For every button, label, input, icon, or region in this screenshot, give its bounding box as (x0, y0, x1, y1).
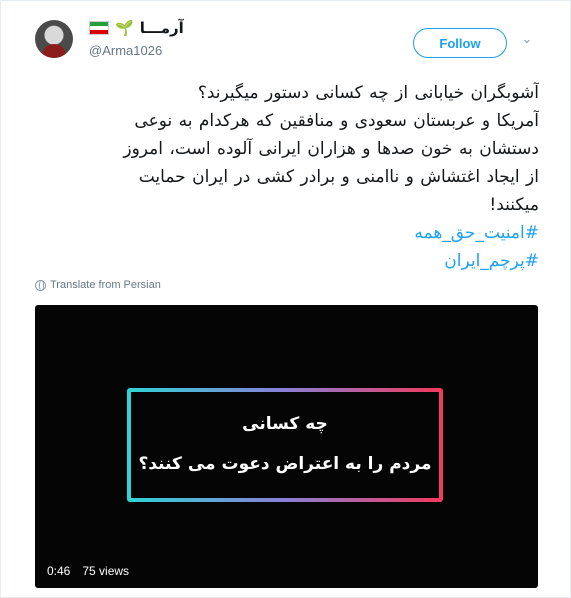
user-name-row[interactable]: 🌱 آرمـــا (89, 17, 184, 39)
tweet-card: 🌱 آرمـــا @Arma1026 Follow ⌄ آشوبگران خی… (0, 0, 571, 598)
user-handle[interactable]: @Arma1026 (89, 43, 162, 58)
follow-button[interactable]: Follow (413, 28, 507, 58)
video-player[interactable]: چه کسانی مردم را به اعتراض دعوت می کنند؟… (35, 305, 538, 588)
tweet-text: آشوبگران خیابانی از چه کسانی دستور میگیر… (35, 79, 539, 275)
tweet-line: آمریکا و عربستان سعودی و منافقین که هرکد… (134, 111, 539, 131)
translate-link[interactable]: Translate from Persian (35, 279, 161, 291)
video-duration: 0:46 (47, 564, 71, 578)
globe-icon (35, 279, 46, 291)
tweet-line: میکنند! (489, 195, 539, 215)
hashtag-link[interactable]: #پرچم_ایران (35, 247, 539, 275)
iran-flag-icon (89, 21, 109, 35)
translate-label: Translate from Persian (50, 279, 161, 291)
tweet-line: از ایجاد اغتشاش و ناامنی و برادر کشی در … (138, 167, 539, 187)
video-title-line: چه کسانی (242, 414, 328, 434)
avatar[interactable] (35, 20, 73, 58)
chevron-down-icon[interactable]: ⌄ (520, 33, 534, 47)
video-views: 75 views (82, 564, 130, 578)
tweet-line: آشوبگران خیابانی از چه کسانی دستور میگیر… (197, 83, 539, 103)
video-meta: 0:46 75 views (47, 564, 129, 578)
follow-button-label: Follow (439, 35, 481, 51)
video-title-frame: چه کسانی مردم را به اعتراض دعوت می کنند؟ (127, 388, 443, 502)
display-name[interactable]: آرمـــا (140, 19, 184, 37)
tweet-line: دستشان به خون صدها و هزاران ایرانی آلوده… (123, 139, 539, 159)
hashtag-link[interactable]: #امنیت_حق_همه (35, 219, 539, 247)
video-title-line: مردم را به اعتراض دعوت می کنند؟ (138, 454, 432, 474)
sprout-icon: 🌱 (115, 18, 134, 37)
